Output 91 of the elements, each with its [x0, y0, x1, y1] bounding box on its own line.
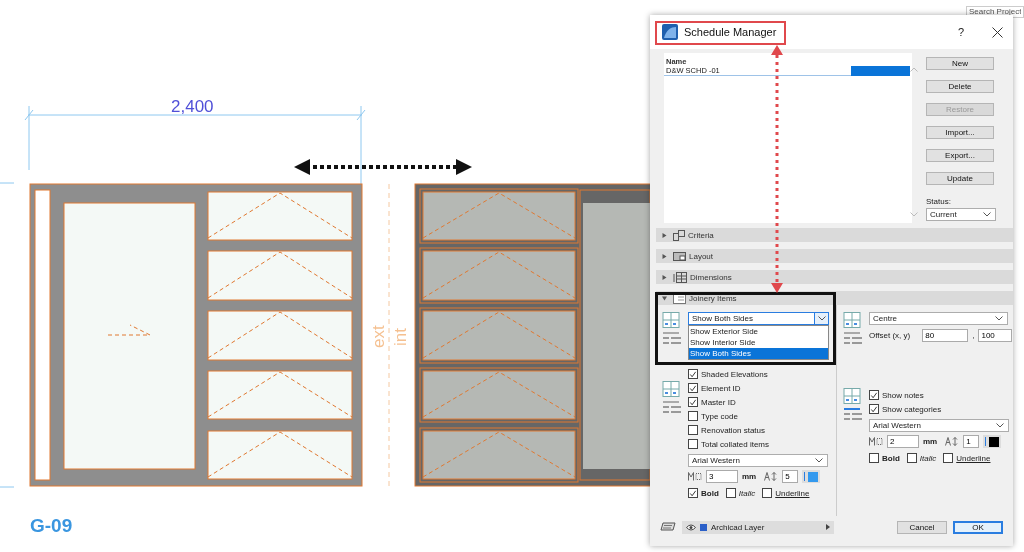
dialog-button[interactable]: Import... — [926, 126, 994, 139]
checkbox-label: Element ID — [701, 383, 741, 393]
dialog-button[interactable]: Update — [926, 172, 994, 185]
interior-label: int — [391, 328, 410, 346]
checkbox[interactable] — [725, 488, 736, 498]
section-title: Criteria — [688, 230, 714, 240]
checkbox[interactable] — [688, 488, 698, 498]
section-title: Dimensions — [690, 272, 732, 282]
separator-label: , — [972, 331, 975, 340]
checkbox-label: Master ID — [701, 397, 736, 407]
checkbox[interactable] — [688, 411, 698, 421]
dimension-value: 2,400 — [171, 97, 214, 116]
dropdown-option[interactable]: Show Exterior Side — [689, 326, 828, 337]
table-icon — [673, 271, 687, 283]
dialog-button[interactable]: New — [926, 57, 994, 70]
pen-color-swatch[interactable] — [983, 435, 1002, 448]
offset-y-field[interactable]: 100 — [978, 329, 1013, 342]
line-spacing-icon — [764, 472, 779, 481]
checkbox[interactable] — [869, 390, 879, 400]
layer-icon — [660, 522, 676, 532]
section-header[interactable]: Joinery Items — [656, 291, 1013, 305]
checkbox-label: Shaded Elevations — [701, 369, 768, 379]
checkbox[interactable] — [943, 453, 954, 463]
criteria-icon — [673, 229, 685, 241]
status-label: Status: — [926, 197, 952, 206]
checkbox-label: Italic — [919, 453, 937, 463]
exterior-label: ext — [369, 325, 388, 348]
checkbox[interactable] — [688, 383, 698, 393]
text-size-icon — [688, 472, 702, 481]
layer-dropdown[interactable]: Archicad Layer — [682, 520, 834, 534]
section-header[interactable]: Criteria — [656, 228, 1013, 242]
document-icon — [673, 292, 686, 304]
status-dropdown[interactable]: Current — [926, 208, 996, 221]
checkbox-label: Total collated items — [701, 439, 770, 449]
chevron-icon — [983, 212, 991, 217]
checkbox-label: Italic — [738, 488, 756, 498]
chevron-icon — [817, 316, 826, 321]
chevron-icon — [815, 458, 823, 463]
font-dropdown[interactable]: Arial Western — [688, 454, 828, 467]
dialog-button[interactable]: Export... — [926, 149, 994, 162]
checkmark-icon — [689, 488, 697, 498]
anchor-dropdown[interactable]: Centre — [869, 312, 1008, 325]
text-size-field[interactable]: 3 — [706, 470, 738, 483]
eye-icon — [686, 523, 696, 531]
checkbox-label: Renovation status — [701, 425, 766, 435]
dropdown-option[interactable]: Show Interior Side — [689, 337, 828, 348]
checkbox-label: Show categories — [882, 404, 942, 414]
section-title: Joinery Items — [689, 293, 737, 303]
sheet-label: G-09 — [30, 515, 73, 536]
unit-label: mm — [742, 472, 757, 481]
checkbox-label: Underline — [775, 488, 810, 498]
checkbox[interactable] — [906, 453, 917, 463]
checkbox[interactable] — [869, 453, 879, 463]
offset-x-field[interactable]: 80 — [922, 329, 969, 342]
offset-label: Offset (x, y) — [869, 331, 911, 340]
line-spacing-icon — [945, 437, 960, 446]
checkbox[interactable] — [869, 404, 879, 414]
checkbox[interactable] — [688, 397, 698, 407]
checkbox[interactable] — [688, 369, 698, 379]
submenu-arrow-icon — [826, 524, 830, 530]
checkbox-label: Show notes — [882, 390, 924, 400]
layout-icon — [673, 251, 686, 261]
app-logo-icon — [662, 24, 678, 40]
checkbox[interactable] — [762, 488, 773, 498]
layer-color-icon — [700, 523, 707, 531]
checkbox-label: Underline — [956, 453, 991, 463]
spacing-field[interactable]: 1 — [963, 435, 980, 448]
spacing-field[interactable]: 5 — [782, 470, 799, 483]
dialog-button[interactable]: OK — [953, 520, 1003, 534]
font-dropdown[interactable]: Arial Western — [869, 419, 1009, 432]
checkbox[interactable] — [688, 439, 698, 449]
unit-label: mm — [923, 437, 938, 446]
dropdown-option[interactable]: Show Both Sides — [689, 348, 828, 359]
chevron-icon — [995, 316, 1003, 321]
checkbox[interactable] — [688, 425, 698, 435]
dialog-button[interactable]: Delete — [926, 80, 994, 93]
dialog-button[interactable]: Cancel — [897, 520, 947, 534]
text-size-field[interactable]: 2 — [887, 435, 919, 448]
checkbox-label: Bold — [882, 453, 900, 463]
checkbox-label: Type code — [701, 411, 738, 421]
checkbox-label: Bold — [701, 488, 719, 498]
pen-color-swatch[interactable] — [802, 470, 821, 483]
section-title: Layout — [689, 251, 714, 261]
chevron-icon — [996, 423, 1004, 428]
close-icon[interactable] — [992, 26, 1003, 38]
window-title: Schedule Manager — [684, 26, 777, 38]
text-size-icon — [869, 437, 883, 446]
section-header[interactable]: Layout — [656, 249, 1013, 263]
side-dropdown[interactable]: Show Both Sides — [688, 312, 829, 325]
help-button[interactable]: ? — [957, 26, 964, 38]
section-header[interactable]: Dimensions — [656, 270, 1013, 284]
